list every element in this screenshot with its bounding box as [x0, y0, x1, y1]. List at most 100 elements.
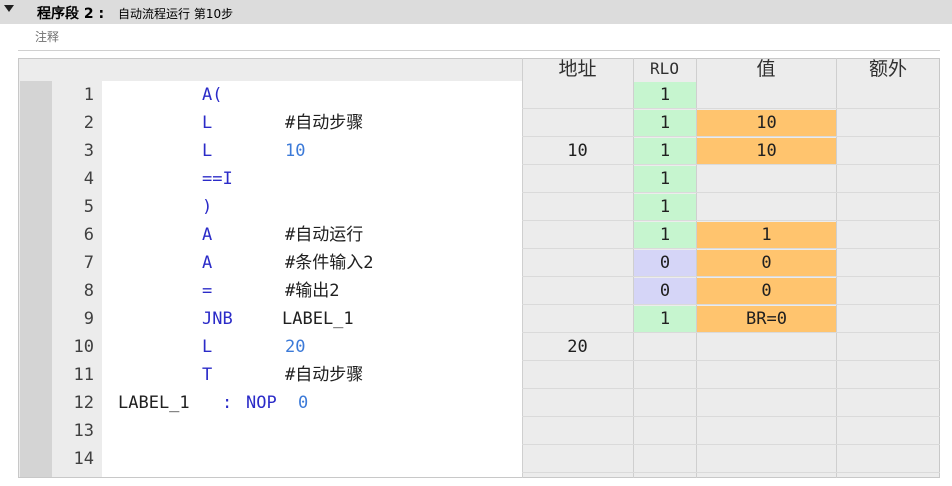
jump-label: LABEL_1: [118, 393, 190, 413]
rlo-cell: [634, 390, 696, 416]
operand: 10: [285, 141, 306, 161]
value-cell: [697, 418, 836, 444]
value-cell: [697, 82, 836, 108]
instruction: =: [202, 281, 213, 301]
column-header-rlo: RLO: [650, 59, 679, 78]
instruction: T: [202, 365, 213, 385]
operand: #条件输入2: [285, 253, 374, 273]
code-row[interactable]: 12 LABEL_1: NOP 0: [0, 389, 952, 417]
line-number: 9: [83, 309, 94, 329]
instruction: L: [202, 141, 213, 161]
code-row[interactable]: 1 A(1: [0, 81, 952, 109]
address-cell: [522, 306, 633, 332]
rlo-cell: [634, 446, 696, 472]
value-cell: [697, 362, 836, 388]
address-cell: 20: [567, 337, 588, 357]
value-cell: BR=0: [697, 306, 836, 332]
extra-cell: [837, 278, 940, 304]
code-row[interactable]: 14: [0, 445, 952, 473]
operand: #自动运行: [285, 225, 364, 245]
rlo-cell: 1: [634, 110, 696, 136]
extra-cell: [837, 334, 940, 360]
extra-cell: [837, 446, 940, 472]
instruction: ==I: [202, 169, 233, 189]
extra-cell: [837, 138, 940, 164]
code-row[interactable]: 7 A #条件输入2 0 0: [0, 249, 952, 277]
line-number: 6: [83, 225, 94, 245]
extra-cell: [837, 82, 940, 108]
extra-cell: [837, 194, 940, 220]
line-number: 4: [83, 169, 94, 189]
address-cell: [522, 82, 633, 108]
column-header-address: 地址: [558, 58, 597, 80]
rlo-cell: 0: [634, 278, 696, 304]
operand: #自动步骤: [285, 365, 364, 385]
line-number: 14: [73, 449, 94, 469]
instruction: ): [202, 197, 213, 217]
line-number: 8: [83, 281, 94, 301]
code-row[interactable]: 11 T #自动步骤: [0, 361, 952, 389]
operand: 20: [285, 337, 306, 357]
collapse-triangle-icon[interactable]: [4, 5, 14, 12]
instruction: A: [202, 253, 213, 273]
value-cell: [697, 166, 836, 192]
address-cell: [522, 362, 633, 388]
address-cell: [522, 250, 633, 276]
rlo-cell: 1: [634, 222, 696, 248]
address-cell: [522, 390, 633, 416]
row-divider: [522, 472, 940, 473]
column-header-value: 值: [756, 58, 776, 80]
rlo-cell: 0: [634, 250, 696, 276]
operand: #自动步骤: [285, 113, 364, 133]
code-row[interactable]: 4 ==I 1: [0, 165, 952, 193]
value-cell: [697, 446, 836, 472]
code-row[interactable]: 3 L 10 10 1 10: [0, 137, 952, 165]
rlo-cell: 1: [634, 166, 696, 192]
code-row[interactable]: 13: [0, 417, 952, 445]
address-cell: [522, 222, 633, 248]
extra-cell: [837, 306, 940, 332]
operand: 0: [298, 393, 309, 413]
instruction: A: [202, 225, 213, 245]
rlo-cell: [634, 362, 696, 388]
instruction: A(: [202, 85, 223, 105]
column-header-extra: 额外: [868, 58, 907, 80]
network-header[interactable]: 程序段 2 : 自动流程运行 第10步: [0, 0, 952, 24]
line-number: 13: [73, 421, 94, 441]
line-number: 3: [83, 141, 94, 161]
value-cell: [697, 334, 836, 360]
network-title: 程序段 2 :: [37, 6, 105, 22]
line-number: 12: [73, 393, 94, 413]
line-number: 10: [73, 337, 94, 357]
operand: #输出2: [285, 281, 340, 301]
label-separator: :: [222, 393, 233, 413]
address-cell: 10: [567, 141, 588, 161]
code-row[interactable]: 9 JNB LABEL_1 1 BR=0: [0, 305, 952, 333]
address-cell: [522, 446, 633, 472]
network-comment[interactable]: 注释: [35, 28, 59, 45]
code-row[interactable]: 5) 1: [0, 193, 952, 221]
code-row[interactable]: 2 L #自动步骤 1 10: [0, 109, 952, 137]
line-number: 1: [83, 85, 94, 105]
rlo-cell: [634, 334, 696, 360]
line-number: 7: [83, 253, 94, 273]
operand: LABEL_1: [282, 309, 354, 329]
code-row[interactable]: 10 L 20 20: [0, 333, 952, 361]
extra-cell: [837, 362, 940, 388]
network-description[interactable]: 自动流程运行 第10步: [118, 5, 233, 22]
address-cell: [522, 166, 633, 192]
address-cell: [522, 418, 633, 444]
value-cell: 1: [697, 222, 836, 248]
value-cell: 10: [697, 138, 836, 164]
extra-cell: [837, 390, 940, 416]
value-cell: [697, 194, 836, 220]
code-row[interactable]: 8 = #输出2 0 0: [0, 277, 952, 305]
address-cell: [522, 110, 633, 136]
rlo-cell: [634, 418, 696, 444]
address-cell: [522, 278, 633, 304]
line-number: 5: [83, 197, 94, 217]
extra-cell: [837, 250, 940, 276]
rlo-cell: 1: [634, 138, 696, 164]
value-cell: 0: [697, 250, 836, 276]
code-row[interactable]: 6 A #自动运行 1 1: [0, 221, 952, 249]
